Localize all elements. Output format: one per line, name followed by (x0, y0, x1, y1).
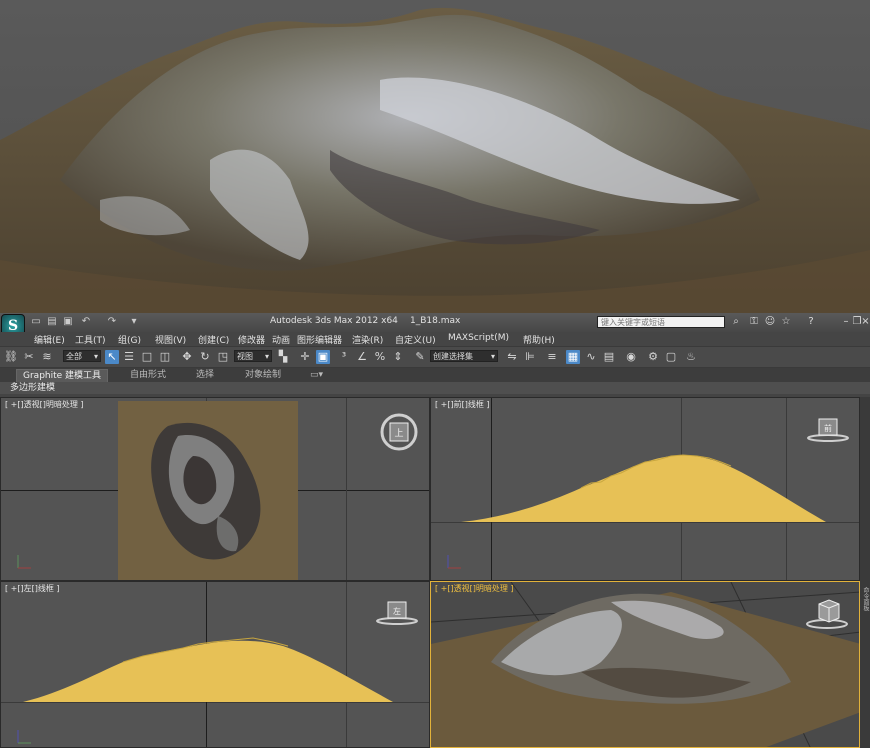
select-by-name-icon[interactable]: ☰ (122, 350, 136, 364)
menu-bar: 编辑(E) 工具(T) 组(G) 视图(V) 创建(C) 修改器 动画 图形编辑… (0, 332, 870, 346)
viewcube-label: 左 (393, 606, 401, 616)
menu-item-rendering[interactable]: 渲染(R) (352, 333, 383, 346)
terrain-wireframe-left (23, 630, 393, 712)
snap-3-icon[interactable]: ³ (337, 350, 351, 364)
ribbon-toggle-icon[interactable]: ▦ (566, 350, 580, 364)
selection-filter-dropdown[interactable]: 全部 (63, 350, 101, 363)
binoculars-icon[interactable]: ⌕ (730, 316, 742, 328)
axis-tripod-icon (15, 552, 35, 576)
align-icon[interactable]: ⊫ (523, 350, 537, 364)
axis-tripod-icon (15, 727, 35, 747)
viewcube-left[interactable]: 左 (375, 598, 419, 632)
spinner-snap-icon[interactable]: ⇕ (391, 350, 405, 364)
axis-tripod-icon (445, 552, 465, 576)
max-app-window: S ▭ ▤ ▣ ↶ ↷ ▾ Autodesk 3ds Max 2012 x64 … (0, 313, 870, 748)
manipulate-icon[interactable]: ✛ (298, 350, 312, 364)
ribbon-panel-polygon-modeling[interactable]: 多边形建模 (10, 382, 55, 394)
user-icon[interactable]: ☺ (764, 316, 776, 328)
terrain-texture-top-view (118, 401, 298, 580)
viewport-label[interactable]: [ +[]左[]线框 ] (5, 583, 60, 594)
bind-space-warp-icon[interactable]: ≋ (40, 350, 54, 364)
named-selection-dropdown[interactable]: 创建选择集 (430, 350, 498, 363)
redo-icon[interactable]: ↷ (106, 316, 118, 328)
terrain-wireframe-front (461, 448, 826, 532)
viewport-front[interactable]: [ +[]前[]线框 ] 前 (430, 397, 860, 581)
command-panel-label: 命令面板 (862, 587, 869, 611)
material-editor-icon[interactable]: ◉ (624, 350, 638, 364)
mountain-render-image (0, 0, 870, 313)
menu-item-create[interactable]: 创建(C) (198, 333, 229, 346)
scale-icon[interactable]: ◳ (216, 350, 230, 364)
search-input[interactable]: 键入关键字或短语 (597, 316, 725, 328)
viewport-label[interactable]: [ +[]透视[]明暗处理 ] (5, 399, 84, 410)
schematic-view-icon[interactable]: ▤ (602, 350, 616, 364)
viewcube-perspective[interactable] (805, 596, 849, 636)
menu-item-animation[interactable]: 动画 (272, 333, 290, 346)
keyboard-shortcut-icon[interactable]: ▣ (316, 350, 330, 364)
key-icon[interactable]: ⚿ (748, 316, 760, 328)
ribbon-tab-selection[interactable]: 选择 (196, 369, 214, 381)
menu-item-maxscript[interactable]: MAXScript(M) (448, 333, 509, 343)
dropdown-icon[interactable]: ▾ (128, 316, 140, 328)
reference-coord-dropdown[interactable]: 视图 (234, 350, 272, 363)
command-panel-strip[interactable]: 命令面板 (860, 397, 870, 748)
ribbon-tab-object-paint[interactable]: 对象绘制 (245, 369, 281, 381)
menu-item-group[interactable]: 组(G) (118, 333, 141, 346)
select-object-icon[interactable]: ↖ (105, 350, 119, 364)
viewport-top[interactable]: [ +[]透视[]明暗处理 ] 上 (0, 397, 430, 581)
viewcube-front[interactable]: 前 (806, 415, 850, 449)
close-icon[interactable]: × (861, 316, 870, 328)
angle-snap-icon[interactable]: ∠ (355, 350, 369, 364)
help-icon[interactable]: ? (805, 316, 817, 328)
main-toolbar: ⛓ ✂ ≋ 全部 ↖ ☰ □ ◫ ✥ ↻ ◳ 视图 ▚ ✛ ▣ ³ ∠ % ⇕ … (0, 346, 870, 368)
ribbon-options-icon[interactable]: ▭▾ (310, 369, 323, 381)
rendered-frame-icon[interactable]: ▢ (664, 350, 678, 364)
curve-editor-icon[interactable]: ∿ (584, 350, 598, 364)
terrain-perspective-render (431, 582, 859, 747)
rotate-icon[interactable]: ↻ (198, 350, 212, 364)
viewport-perspective[interactable]: [ +[]透视[]明暗处理 ] (430, 581, 860, 748)
save-icon[interactable]: ▣ (62, 316, 74, 328)
rectangle-select-icon[interactable]: □ (140, 350, 154, 364)
ribbon-tab-bar: Graphite 建模工具 自由形式 选择 对象绘制 ▭▾ (0, 368, 870, 382)
menu-item-views[interactable]: 视图(V) (155, 333, 186, 346)
file-name: 1_B18.max (410, 316, 461, 326)
render-setup-icon[interactable]: ⚙ (646, 350, 660, 364)
new-file-icon[interactable]: ▭ (30, 316, 42, 328)
viewcube-top[interactable]: 上 (379, 412, 419, 456)
viewport-label[interactable]: [ +[]透视[]明暗处理 ] (435, 583, 514, 594)
pivot-icon[interactable]: ▚ (276, 350, 290, 364)
menu-item-help[interactable]: 帮助(H) (523, 333, 555, 346)
menu-item-edit[interactable]: 编辑(E) (34, 333, 65, 346)
menu-item-graph-editors[interactable]: 图形编辑器 (297, 333, 342, 346)
unlink-icon[interactable]: ✂ (22, 350, 36, 364)
viewcube-label: 前 (824, 423, 832, 433)
open-folder-icon[interactable]: ▤ (46, 316, 58, 328)
window-crossing-icon[interactable]: ◫ (158, 350, 172, 364)
menu-item-modifiers[interactable]: 修改器 (238, 333, 265, 346)
layer-icon[interactable]: ≡ (545, 350, 559, 364)
viewcube-label: 上 (394, 428, 403, 439)
teapot-icon[interactable]: ♨ (684, 350, 698, 364)
star-icon[interactable]: ☆ (780, 316, 792, 328)
ribbon-tab-graphite[interactable]: Graphite 建模工具 (16, 369, 109, 382)
edit-named-sets-icon[interactable]: ✎ (413, 350, 427, 364)
menu-item-tools[interactable]: 工具(T) (75, 333, 106, 346)
undo-icon[interactable]: ↶ (80, 316, 92, 328)
move-icon[interactable]: ✥ (180, 350, 194, 364)
viewport-left[interactable]: [ +[]左[]线框 ] 左 (0, 581, 430, 748)
percent-snap-icon[interactable]: % (373, 350, 387, 364)
ribbon-panel-bar: 多边形建模 (0, 382, 870, 394)
link-icon[interactable]: ⛓ (4, 350, 18, 364)
menu-item-customize[interactable]: 自定义(U) (395, 333, 436, 346)
title-bar: S ▭ ▤ ▣ ↶ ↷ ▾ Autodesk 3ds Max 2012 x64 … (0, 313, 870, 338)
ribbon-tab-freeform[interactable]: 自由形式 (130, 369, 166, 381)
mirror-tool-icon[interactable]: ⇋ (505, 350, 519, 364)
window-title: Autodesk 3ds Max 2012 x64 (270, 316, 398, 326)
viewport-label[interactable]: [ +[]前[]线框 ] (435, 399, 490, 410)
